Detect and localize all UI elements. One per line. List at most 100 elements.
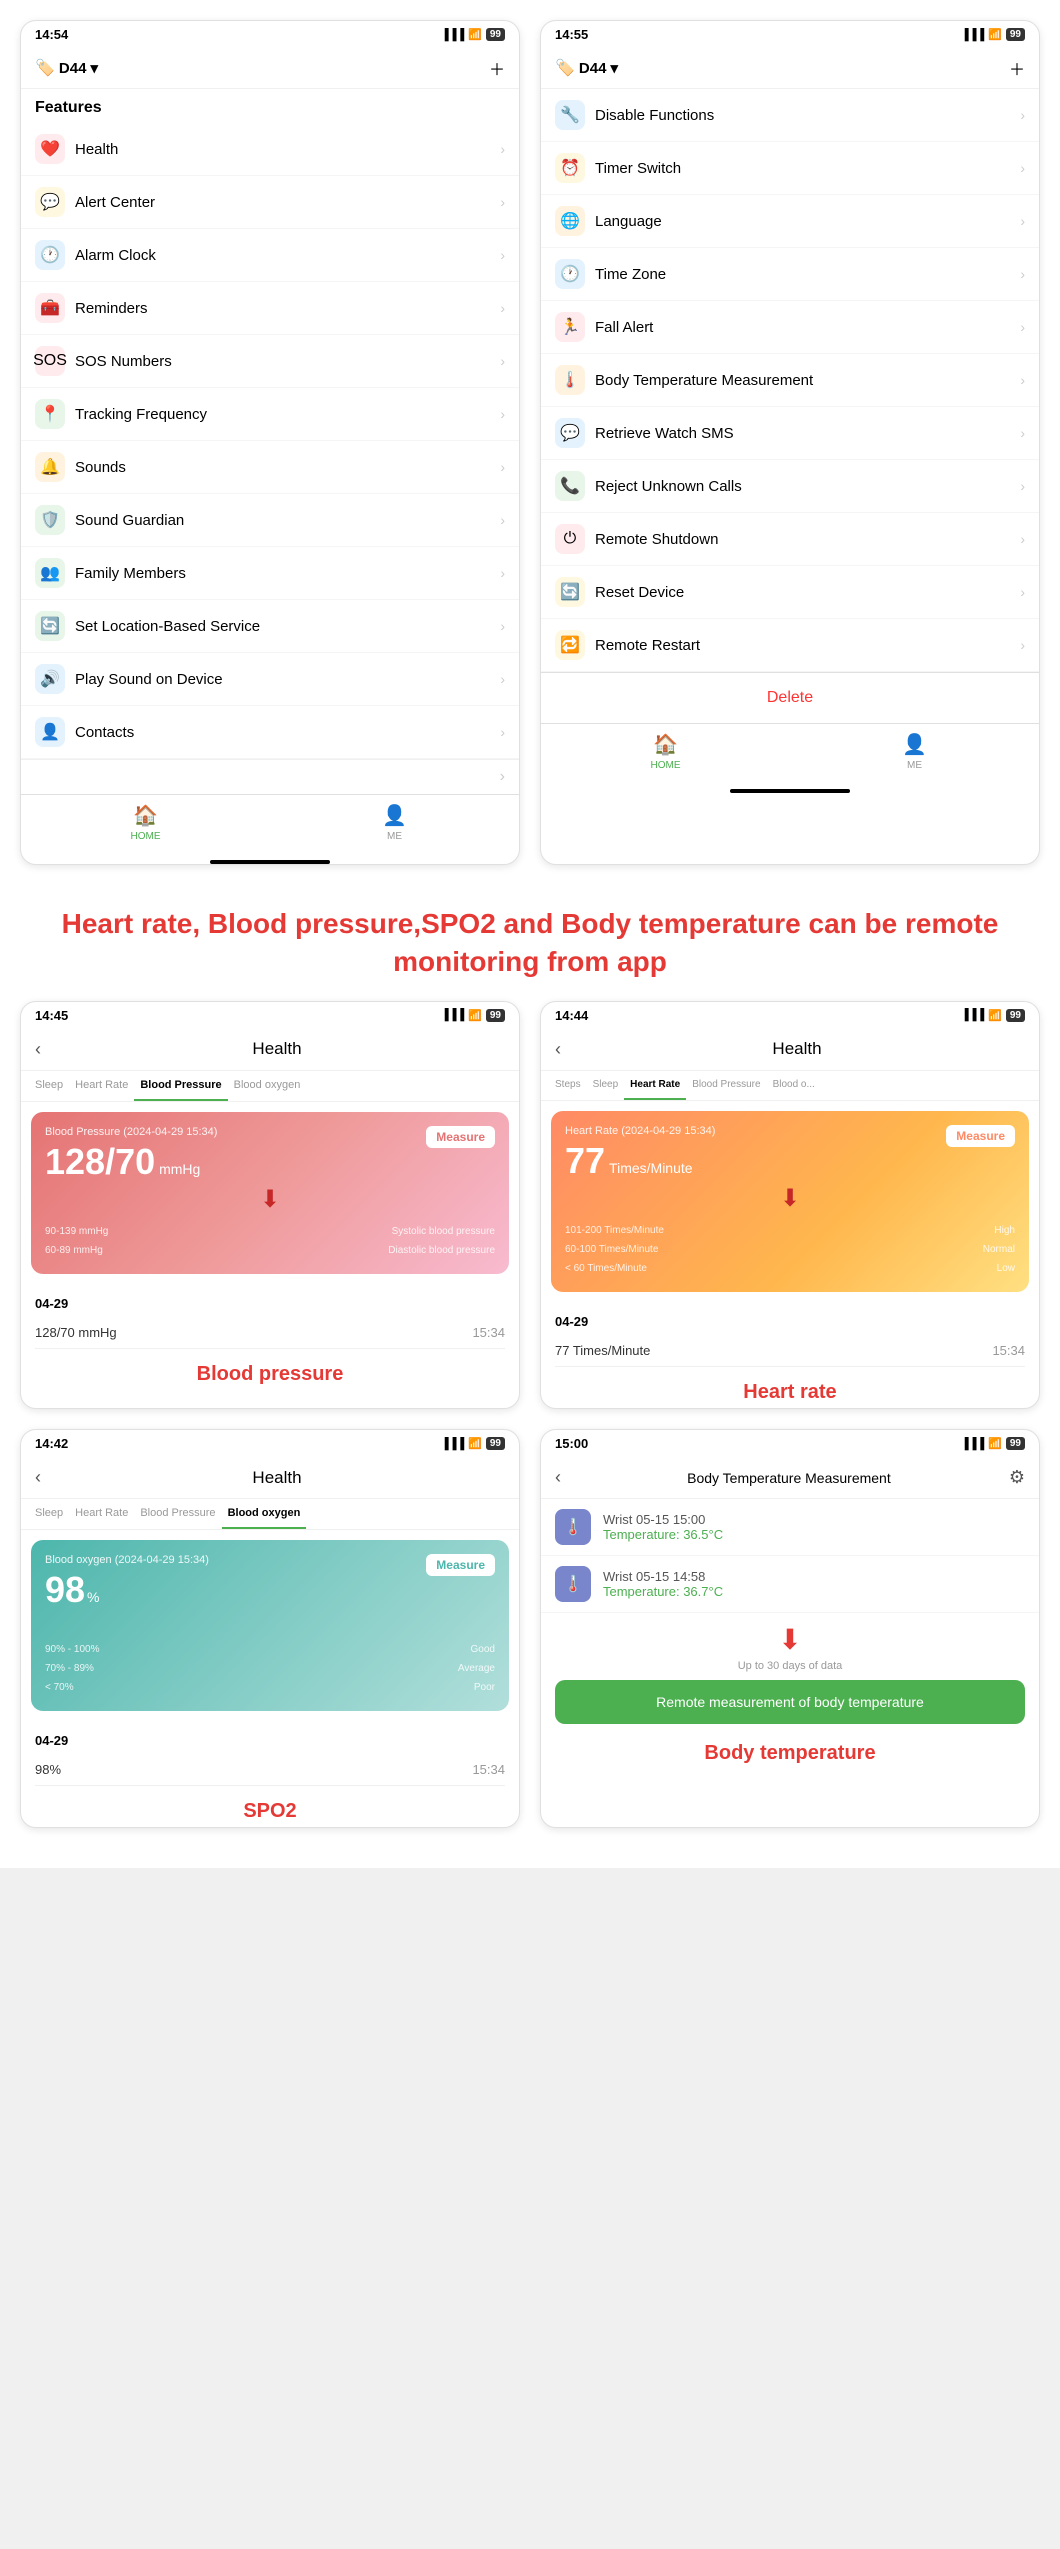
hr-measure-btn[interactable]: Measure — [946, 1125, 1015, 1147]
back-arrow-bp[interactable]: ‹ — [35, 1039, 41, 1060]
hr-card: Heart Rate (2024-04-29 15:34) 77 Times/M… — [551, 1111, 1029, 1293]
temp-icon1: 🌡️ — [555, 1509, 591, 1545]
temp-section-label: Body temperature — [541, 1734, 1039, 1769]
hp-bp-tabs: Sleep Heart Rate Blood Pressure Blood ox… — [21, 1071, 519, 1102]
menu-item-sos[interactable]: SOS SOS Numbers › — [21, 335, 519, 388]
tab-blood-oxygen[interactable]: Blood oxygen — [228, 1071, 307, 1101]
menu-item-retrieve-sms[interactable]: 💬 Retrieve Watch SMS › — [541, 407, 1039, 460]
nav-me[interactable]: 👤 ME — [270, 803, 519, 842]
hp-bp-status: 14:45 ▐▐▐ 📶 99 — [21, 1002, 519, 1029]
family-chevron: › — [500, 565, 505, 581]
o2-records: 04-29 98% 15:34 — [21, 1721, 519, 1792]
back-arrow-hr[interactable]: ‹ — [555, 1039, 561, 1060]
plus-icon[interactable]: ＋ — [489, 56, 505, 80]
phone1-device-name: 🏷️ D44 ▾ — [35, 58, 98, 78]
menu-item-sounds[interactable]: 🔔 Sounds › — [21, 441, 519, 494]
o2-record-row: 98% 15:34 — [35, 1754, 505, 1786]
hp-o2-title: Health — [49, 1468, 505, 1488]
tab-heart-rate3[interactable]: Heart Rate — [69, 1499, 134, 1529]
nav2-me[interactable]: 👤 ME — [790, 732, 1039, 771]
language-label: Language — [595, 213, 1020, 230]
bp-record-row: 128/70 mmHg 15:34 — [35, 1317, 505, 1349]
menu-item-fall-alert[interactable]: 🏃 Fall Alert › — [541, 301, 1039, 354]
tab-sleep[interactable]: Sleep — [29, 1071, 69, 1101]
remote-shutdown-label: Remote Shutdown — [595, 531, 1020, 548]
menu-item-sound-guardian[interactable]: 🛡️ Sound Guardian › — [21, 494, 519, 547]
wifi-icon6: 📶 — [988, 1437, 1002, 1450]
tab-sleep3[interactable]: Sleep — [29, 1499, 69, 1529]
menu-item-body-temp[interactable]: 🌡️ Body Temperature Measurement › — [541, 354, 1039, 407]
wifi-icon3: 📶 — [468, 1009, 482, 1022]
wifi-icon5: 📶 — [468, 1437, 482, 1450]
tab-steps[interactable]: Steps — [549, 1071, 587, 1100]
menu-item-reset[interactable]: 🔄 Reset Device › — [541, 566, 1039, 619]
menu-item-alert-center[interactable]: 💬 Alert Center › — [21, 176, 519, 229]
back-arrow-o2[interactable]: ‹ — [35, 1467, 41, 1488]
alarm-chevron: › — [500, 247, 505, 263]
menu-item-contacts[interactable]: 👤 Contacts › — [21, 706, 519, 759]
menu-item-health[interactable]: ❤️ Health › — [21, 123, 519, 176]
hp-temp-header: ‹ Body Temperature Measurement ⚙ — [541, 1457, 1039, 1499]
phone2-device-header: 🏷️ D44 ▾ ＋ — [541, 48, 1039, 89]
disable-label: Disable Functions — [595, 107, 1020, 124]
tab-sleep2[interactable]: Sleep — [587, 1071, 625, 1100]
menu-item-timezone[interactable]: 🕐 Time Zone › — [541, 248, 1039, 301]
sounds-chevron: › — [500, 459, 505, 475]
tab-blood-pressure[interactable]: Blood Pressure — [134, 1071, 227, 1101]
menu-item-alarm-clock[interactable]: 🕐 Alarm Clock › — [21, 229, 519, 282]
o2-measure-btn[interactable]: Measure — [426, 1554, 495, 1576]
tab-heart-rate[interactable]: Heart Rate — [69, 1071, 134, 1101]
family-label: Family Members — [75, 565, 500, 582]
bp-unit: mmHg — [159, 1161, 200, 1177]
o2-record-time: 15:34 — [472, 1762, 505, 1777]
nav2-home[interactable]: 🏠 HOME — [541, 732, 790, 771]
o2-section-label: SPO2 — [21, 1792, 519, 1827]
fall-alert-icon: 🏃 — [555, 312, 585, 342]
hp-hr-header: ‹ Health — [541, 1029, 1039, 1071]
o2-record-date: 04-29 — [35, 1727, 505, 1754]
bp-measure-btn[interactable]: Measure — [426, 1126, 495, 1148]
menu-item-remote-restart[interactable]: 🔁 Remote Restart › — [541, 619, 1039, 672]
temp-label1: Wrist 05-15 15:00 — [603, 1512, 723, 1527]
reject-unknown-icon: 📞 — [555, 471, 585, 501]
menu-item-location[interactable]: 🔄 Set Location-Based Service › — [21, 600, 519, 653]
hr-unit: Times/Minute — [609, 1160, 693, 1176]
tracking-chevron: › — [500, 406, 505, 422]
o2-record-value: 98% — [35, 1762, 61, 1777]
delete-button[interactable]: Delete — [541, 672, 1039, 723]
menu-item-disable[interactable]: 🔧 Disable Functions › — [541, 89, 1039, 142]
hp-hr-time: 14:44 — [555, 1008, 588, 1023]
phone2: 14:55 ▐▐▐ 📶 99 🏷️ D44 ▾ ＋ 🔧 Disable Func… — [540, 20, 1040, 865]
tab-heart-rate2[interactable]: Heart Rate — [624, 1071, 686, 1100]
menu-item-play-sound[interactable]: 🔊 Play Sound on Device › — [21, 653, 519, 706]
hr-record-row: 77 Times/Minute 15:34 — [555, 1335, 1025, 1367]
plus2-icon[interactable]: ＋ — [1009, 56, 1025, 80]
menu-item-reminders[interactable]: 🧰 Reminders › — [21, 282, 519, 335]
back-arrow-temp[interactable]: ‹ — [555, 1467, 561, 1488]
tab-blood-oxygen3[interactable]: Blood oxygen — [222, 1499, 307, 1529]
health-phone-hr: 14:44 ▐▐▐ 📶 99 ‹ Health Steps Sleep Hear… — [540, 1001, 1040, 1410]
tab-bp2[interactable]: Blood Pressure — [686, 1071, 766, 1100]
dropdown-icon: ▾ — [90, 59, 98, 77]
menu-item-family[interactable]: 👥 Family Members › — [21, 547, 519, 600]
home2-icon: 🏠 — [653, 732, 678, 757]
menu-item-tracking[interactable]: 📍 Tracking Frequency › — [21, 388, 519, 441]
menu-item-reject-unknown[interactable]: 📞 Reject Unknown Calls › — [541, 460, 1039, 513]
remote-measure-button[interactable]: Remote measurement of body temperature — [555, 1680, 1025, 1724]
loc-chevron: › — [500, 618, 505, 634]
hp-hr-tabs: Steps Sleep Heart Rate Blood Pressure Bl… — [541, 1071, 1039, 1101]
nav2-me-label: ME — [907, 760, 922, 771]
language-icon: 🌐 — [555, 206, 585, 236]
nav-home[interactable]: 🏠 HOME — [21, 803, 270, 842]
tab-bp3[interactable]: Blood Pressure — [134, 1499, 221, 1529]
remote-restart-label: Remote Restart — [595, 637, 1020, 654]
health-phone-temp: 15:00 ▐▐▐ 📶 99 ‹ Body Temperature Measur… — [540, 1429, 1040, 1828]
menu-item-timer[interactable]: ⏰ Timer Switch › — [541, 142, 1039, 195]
menu-item-language[interactable]: 🌐 Language › — [541, 195, 1039, 248]
phone1-nav-indicator — [210, 860, 330, 864]
phone2-time: 14:55 — [555, 27, 588, 42]
bp-record-value: 128/70 mmHg — [35, 1325, 117, 1340]
gear-icon[interactable]: ⚙ — [1009, 1467, 1025, 1488]
menu-item-remote-shutdown[interactable]: ⏻ Remote Shutdown › — [541, 513, 1039, 566]
tab-bo2[interactable]: Blood o... — [767, 1071, 821, 1100]
